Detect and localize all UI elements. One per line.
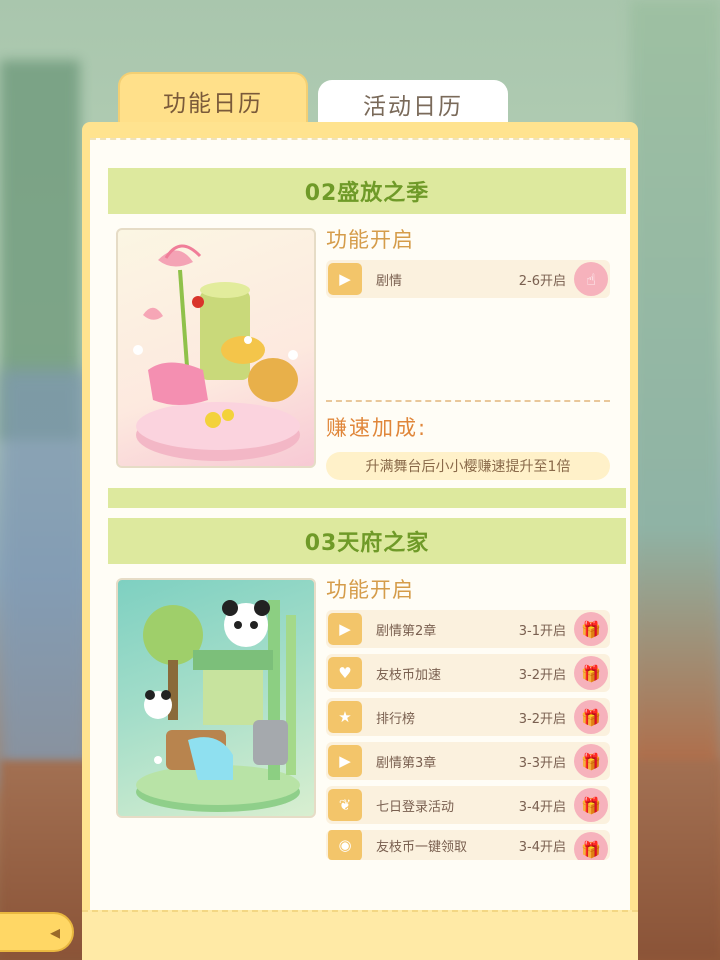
feature-row: ▶ 剧情 2-6开启 ☝ bbox=[326, 260, 610, 298]
tab-feature-calendar-label: 功能日历 bbox=[163, 91, 263, 117]
feature-row: ♥ 友枝币加速 3-2开启 🎁 bbox=[326, 654, 610, 692]
gift-icon[interactable]: 🎁 bbox=[574, 744, 608, 778]
gift-icon[interactable]: 🎁 bbox=[574, 700, 608, 734]
feature-time: 2-6开启 bbox=[518, 273, 566, 289]
calendar-scroll-area[interactable]: 02盛放之季 功能开启 ▶ 剧情 2-6开启 ☝ 赚速加成: 升满舞台后小小樱赚… bbox=[90, 138, 630, 914]
panda-stage-illustration bbox=[136, 600, 300, 812]
speed-bonus-label: 赚速加成: bbox=[326, 416, 428, 440]
gift-icon[interactable]: 🎁 bbox=[574, 788, 608, 822]
back-arrow-icon: ◂ bbox=[49, 920, 60, 944]
section-details: 功能开启 ▶ 剧情 2-6开启 ☝ 赚速加成: 升满舞台后小小樱赚速提升至1倍 bbox=[326, 224, 616, 480]
feature-time: 3-2开启 bbox=[518, 711, 566, 727]
hand-point-icon[interactable]: ☝ bbox=[574, 262, 608, 296]
leaf-icon: ❦ bbox=[328, 789, 362, 821]
background-shelf bbox=[0, 370, 90, 790]
section-body: 功能开启 ▶ 剧情第2章 3-1开启 🎁 ♥ 友枝币加速 3-2开启 🎁 ★ 排… bbox=[108, 564, 626, 864]
calendar-panel: 02盛放之季 功能开启 ▶ 剧情 2-6开启 ☝ 赚速加成: 升满舞台后小小樱赚… bbox=[82, 122, 638, 960]
feature-name: 剧情 bbox=[376, 273, 403, 289]
features-label: 功能开启 bbox=[326, 228, 414, 252]
feature-time: 3-4开启 bbox=[518, 799, 566, 815]
feature-name: 友枝币一键领取 bbox=[376, 839, 468, 855]
feature-row: ◉ 友枝币一键领取 3-4开启 🎁 bbox=[326, 830, 610, 860]
gift-icon[interactable]: 🎁 bbox=[574, 656, 608, 690]
feature-name: 友枝币加速 bbox=[376, 667, 442, 683]
feature-row: ▶ 剧情第3章 3-3开启 🎁 bbox=[326, 742, 610, 780]
coin-icon: ♥ bbox=[328, 657, 362, 689]
feature-time: 3-4开启 bbox=[518, 839, 566, 855]
feature-row: ▶ 剧情第2章 3-1开启 🎁 bbox=[326, 610, 610, 648]
feature-row: ❦ 七日登录活动 3-4开启 🎁 bbox=[326, 786, 610, 824]
feature-name: 剧情第2章 bbox=[376, 623, 437, 639]
tab-feature-calendar[interactable]: 功能日历 bbox=[118, 72, 308, 128]
section-title: 03天府之家 bbox=[304, 531, 430, 556]
feature-name: 七日登录活动 bbox=[376, 799, 455, 815]
camera-icon: ▶ bbox=[328, 613, 362, 645]
gift-icon[interactable]: 🎁 bbox=[574, 612, 608, 646]
section-header: 02盛放之季 bbox=[108, 168, 626, 214]
features-label: 功能开启 bbox=[326, 578, 414, 602]
section-header: 03天府之家 bbox=[108, 518, 626, 564]
flower-stage-illustration bbox=[133, 244, 300, 461]
feature-name: 剧情第3章 bbox=[376, 755, 437, 771]
tab-event-calendar-label: 活动日历 bbox=[363, 94, 463, 120]
camera-icon: ▶ bbox=[328, 263, 362, 295]
panel-footer bbox=[82, 910, 638, 960]
trophy-icon: ★ bbox=[328, 701, 362, 733]
section-divider-bar bbox=[108, 488, 626, 508]
stage-illustration-image bbox=[116, 578, 316, 818]
section-body: 功能开启 ▶ 剧情 2-6开启 ☝ 赚速加成: 升满舞台后小小樱赚速提升至1倍 bbox=[108, 214, 626, 488]
feature-time: 3-3开启 bbox=[518, 755, 566, 771]
speed-bonus-text: 升满舞台后小小樱赚速提升至1倍 bbox=[326, 452, 610, 480]
camera-icon: ▶ bbox=[328, 745, 362, 777]
feature-time: 3-1开启 bbox=[518, 623, 566, 639]
stage-illustration-image bbox=[116, 228, 316, 468]
section-details: 功能开启 ▶ 剧情第2章 3-1开启 🎁 ♥ 友枝币加速 3-2开启 🎁 ★ 排… bbox=[326, 574, 616, 866]
gift-icon[interactable]: 🎁 bbox=[574, 832, 608, 860]
divider bbox=[326, 400, 610, 402]
feature-name: 排行榜 bbox=[376, 711, 416, 727]
feature-time: 3-2开启 bbox=[518, 667, 566, 683]
back-button[interactable]: ◂ bbox=[0, 912, 74, 952]
money-bag-icon: ◉ bbox=[328, 830, 362, 860]
section-title: 02盛放之季 bbox=[304, 181, 430, 206]
tab-event-calendar[interactable]: 活动日历 bbox=[318, 80, 508, 128]
feature-row: ★ 排行榜 3-2开启 🎁 bbox=[326, 698, 610, 736]
